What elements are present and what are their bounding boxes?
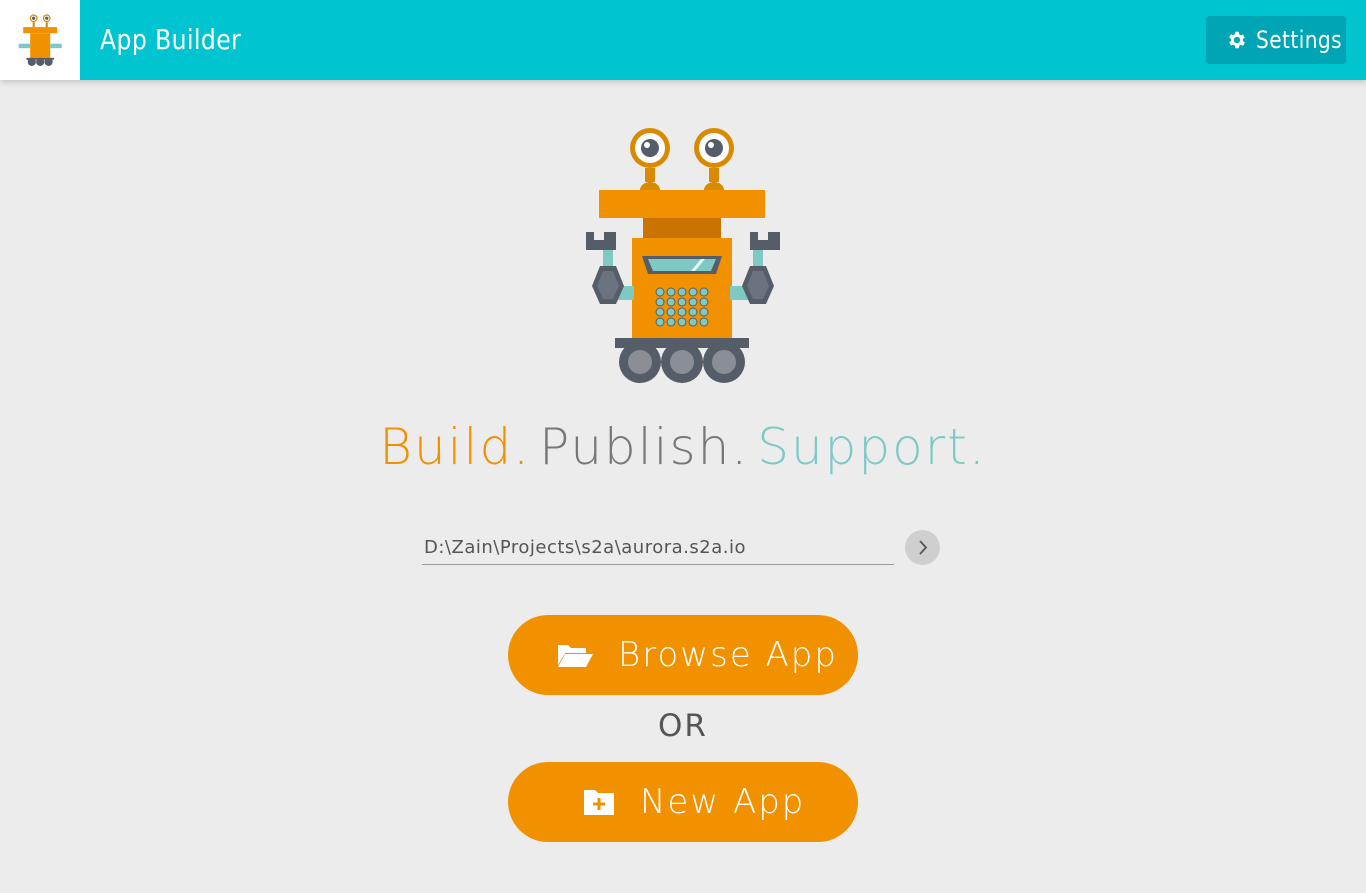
app-title: App Builder [100,23,242,56]
folder-open-icon [558,645,593,667]
top-bar: App Builder Settings [0,0,1366,80]
robot-illustration [576,126,790,388]
gear-icon [1229,31,1245,49]
chevron-right-icon [919,540,928,555]
new-app-label: New App [640,782,806,822]
folder-plus-icon [584,790,614,815]
or-separator: OR [658,708,708,744]
tagline-publish: Publish. [539,418,750,476]
app-logo[interactable] [0,0,80,80]
browse-app-button[interactable]: Browse App [508,615,858,695]
settings-button[interactable]: Settings [1206,16,1346,64]
robot-logo-icon [18,14,62,66]
new-app-button[interactable]: New App [508,762,858,842]
tagline-support: Support. [757,418,987,476]
settings-label: Settings [1256,26,1343,54]
browse-app-label: Browse App [618,635,838,675]
tagline-build: Build. [379,418,532,476]
tagline: Build. Publish. Support. [0,418,1366,476]
open-path-button[interactable] [905,530,940,565]
app-path-input[interactable] [422,530,894,565]
